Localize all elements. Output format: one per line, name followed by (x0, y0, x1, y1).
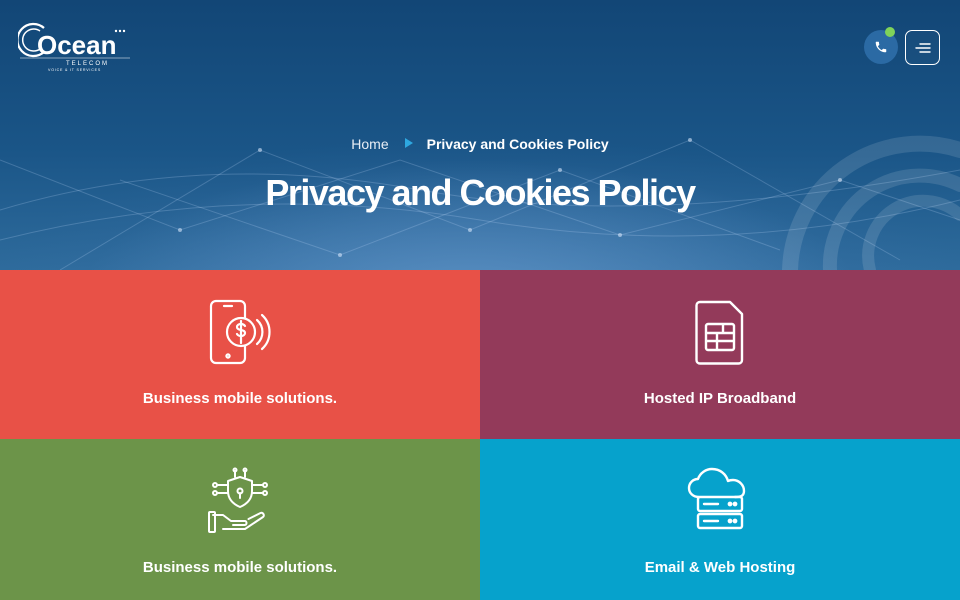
sim-card-icon (695, 300, 744, 365)
breadcrumb-home-link[interactable]: Home (351, 136, 388, 152)
hero-banner: Ocean TELECOM VOICE & IT SERVICES Home Pr… (0, 0, 960, 270)
tile-label: Business mobile solutions. (142, 390, 338, 407)
breadcrumb-separator-icon (404, 138, 413, 148)
service-tile-security[interactable]: Business mobile solutions. (0, 439, 480, 600)
phone-icon (875, 41, 887, 53)
mobile-payment-icon (209, 299, 271, 365)
shield-hand-security-icon (208, 467, 268, 533)
tile-label: Business mobile solutions. (142, 559, 338, 576)
tile-label: Email & Web Hosting (644, 559, 796, 576)
globe-network-background (0, 135, 960, 270)
service-tile-email-web-hosting[interactable]: Email & Web Hosting (480, 439, 960, 600)
menu-button[interactable] (905, 30, 940, 65)
tile-label: Hosted IP Broadband (643, 390, 797, 407)
service-tile-hosted-ip-broadband[interactable]: Hosted IP Broadband (480, 270, 960, 439)
online-status-dot (885, 27, 895, 37)
hamburger-menu-icon (914, 42, 931, 53)
cloud-server-icon (687, 467, 746, 530)
page-title: Privacy and Cookies Policy (265, 172, 696, 213)
svg-text:TELECOM: TELECOM (66, 61, 109, 67)
svg-text:Ocean: Ocean (37, 30, 117, 60)
breadcrumb: Home Privacy and Cookies Policy (0, 136, 960, 152)
ocean-telecom-logo[interactable]: Ocean TELECOM VOICE & IT SERVICES (18, 22, 132, 72)
svg-text:VOICE & IT SERVICES: VOICE & IT SERVICES (48, 68, 101, 72)
breadcrumb-current: Privacy and Cookies Policy (426, 136, 609, 152)
service-tile-business-mobile[interactable]: Business mobile solutions. (0, 270, 480, 439)
